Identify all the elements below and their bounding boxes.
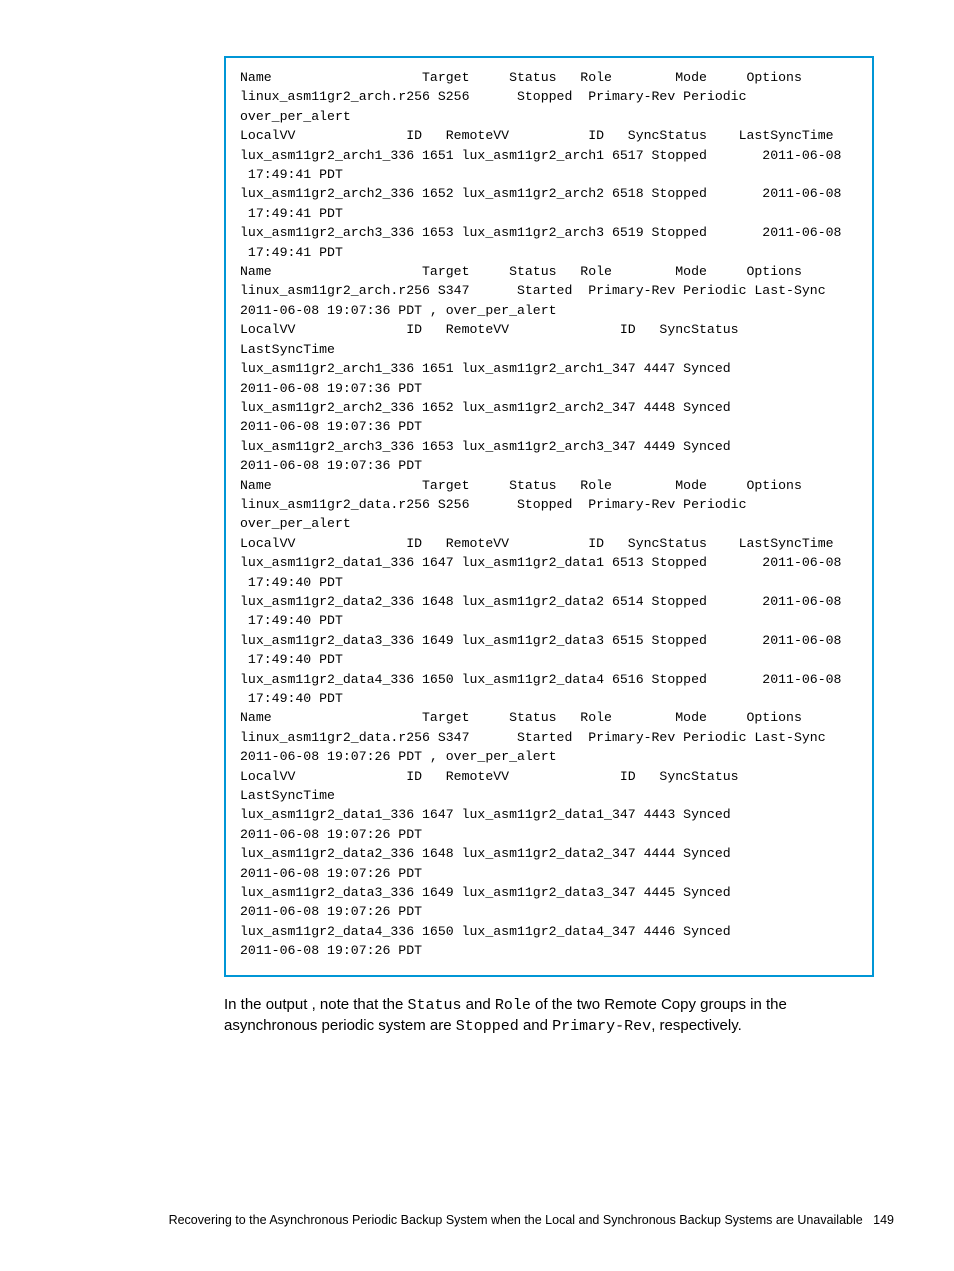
- page-footer: Recovering to the Asynchronous Periodic …: [60, 1213, 894, 1227]
- page-number: 149: [873, 1213, 894, 1227]
- inline-code: Primary-Rev: [552, 1018, 651, 1035]
- text-fragment: , respectively.: [651, 1017, 742, 1034]
- text-fragment: and: [462, 996, 495, 1013]
- inline-code: Role: [495, 997, 531, 1014]
- text-fragment: and: [519, 1017, 552, 1034]
- terminal-output-block: Name Target Status Role Mode Options lin…: [224, 56, 874, 977]
- inline-code: Stopped: [456, 1018, 519, 1035]
- inline-code: Status: [407, 997, 461, 1014]
- document-page: Name Target Status Role Mode Options lin…: [0, 0, 954, 1271]
- footer-title: Recovering to the Asynchronous Periodic …: [169, 1213, 863, 1227]
- text-fragment: In the output , note that the: [224, 996, 407, 1013]
- body-paragraph: In the output , note that the Status and…: [224, 995, 838, 1037]
